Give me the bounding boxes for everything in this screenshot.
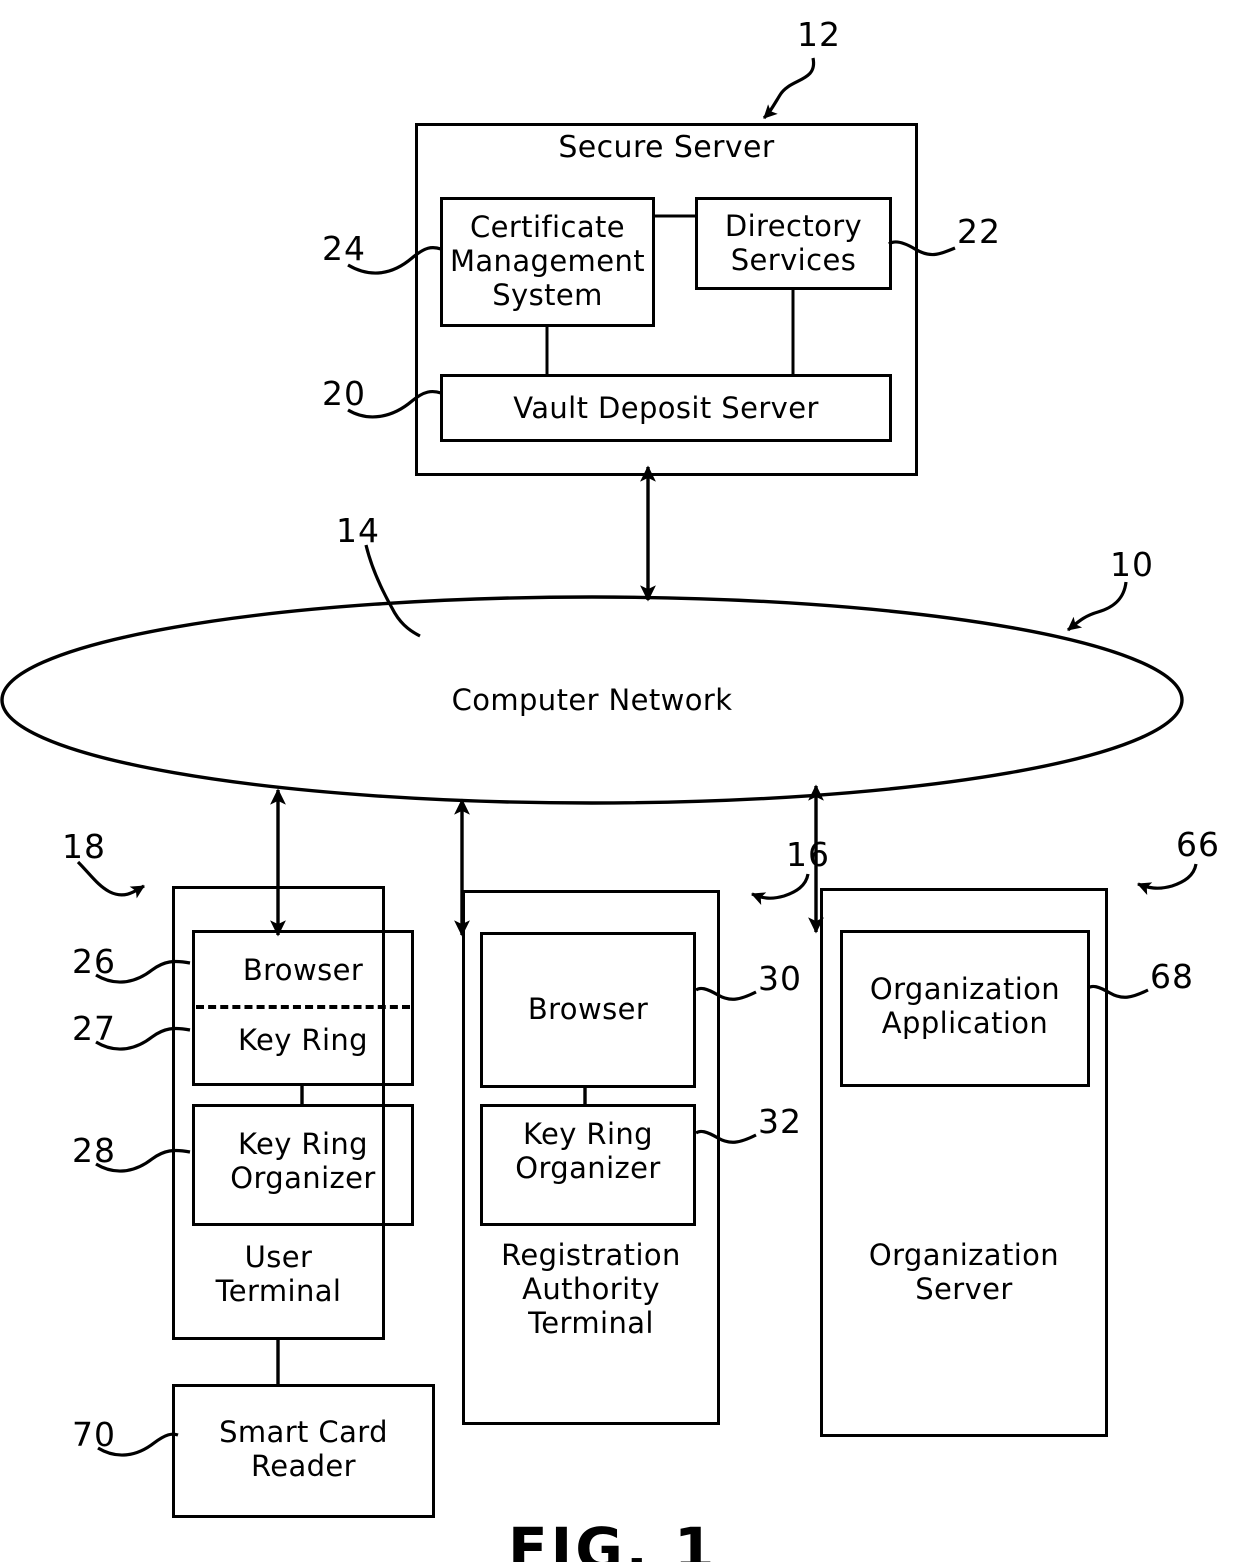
user-key-ring-label: Key Ring xyxy=(238,1023,368,1057)
leader-line-12 xyxy=(762,57,816,120)
ra-browser-label: Browser xyxy=(527,992,649,1026)
ra-key-ring-organizer-label: Key Ring Organizer xyxy=(515,1117,661,1186)
ref-numeral-16: 16 xyxy=(786,835,830,874)
leader-line-14 xyxy=(364,544,421,638)
secure-server-label: Secure Server xyxy=(558,130,775,165)
organization-application-label: Organization Application xyxy=(869,972,1061,1041)
ref-numeral-18: 18 xyxy=(62,827,106,866)
computer-network-label: Computer Network xyxy=(451,683,733,717)
ref-numeral-10: 10 xyxy=(1110,545,1154,584)
ref-numeral-28: 28 xyxy=(72,1131,116,1170)
ref-numeral-24: 24 xyxy=(322,229,366,268)
ref-numeral-68: 68 xyxy=(1150,957,1194,996)
ref-numeral-14: 14 xyxy=(336,511,380,550)
directory-services-label: Directory Services xyxy=(724,209,863,278)
ref-numeral-27: 27 xyxy=(72,1009,116,1048)
ref-numeral-70: 70 xyxy=(72,1415,116,1454)
certificate-management-system-label: Certificate Management System xyxy=(449,210,646,313)
registration-authority-terminal-label: Registration Authority Terminal xyxy=(501,1238,681,1341)
user-key-ring-organizer-label: Key Ring Organizer xyxy=(230,1127,376,1196)
leader-line-66 xyxy=(1137,863,1198,896)
ref-numeral-30: 30 xyxy=(758,959,802,998)
user-terminal-label: User Terminal xyxy=(215,1240,342,1309)
ref-numeral-22: 22 xyxy=(957,212,1001,251)
ref-numeral-32: 32 xyxy=(758,1102,802,1141)
browser-keyring-divider xyxy=(196,1005,410,1009)
patent-figure: Secure Server Certificate Management Sys… xyxy=(0,0,1240,1562)
leader-line-10 xyxy=(1067,581,1128,632)
user-browser-label: Browser xyxy=(242,953,364,987)
vault-deposit-server-label: Vault Deposit Server xyxy=(513,391,819,425)
figure-caption: FIG. 1 xyxy=(508,1515,718,1562)
ref-numeral-66: 66 xyxy=(1176,825,1220,864)
leader-line-18 xyxy=(76,860,145,899)
leader-line-16 xyxy=(751,873,810,906)
smart-card-reader-label: Smart Card Reader xyxy=(219,1415,388,1484)
organization-server-label: Organization Server xyxy=(868,1238,1060,1307)
ref-numeral-20: 20 xyxy=(322,374,366,413)
ref-numeral-26: 26 xyxy=(72,942,116,981)
ref-numeral-12: 12 xyxy=(797,15,841,54)
